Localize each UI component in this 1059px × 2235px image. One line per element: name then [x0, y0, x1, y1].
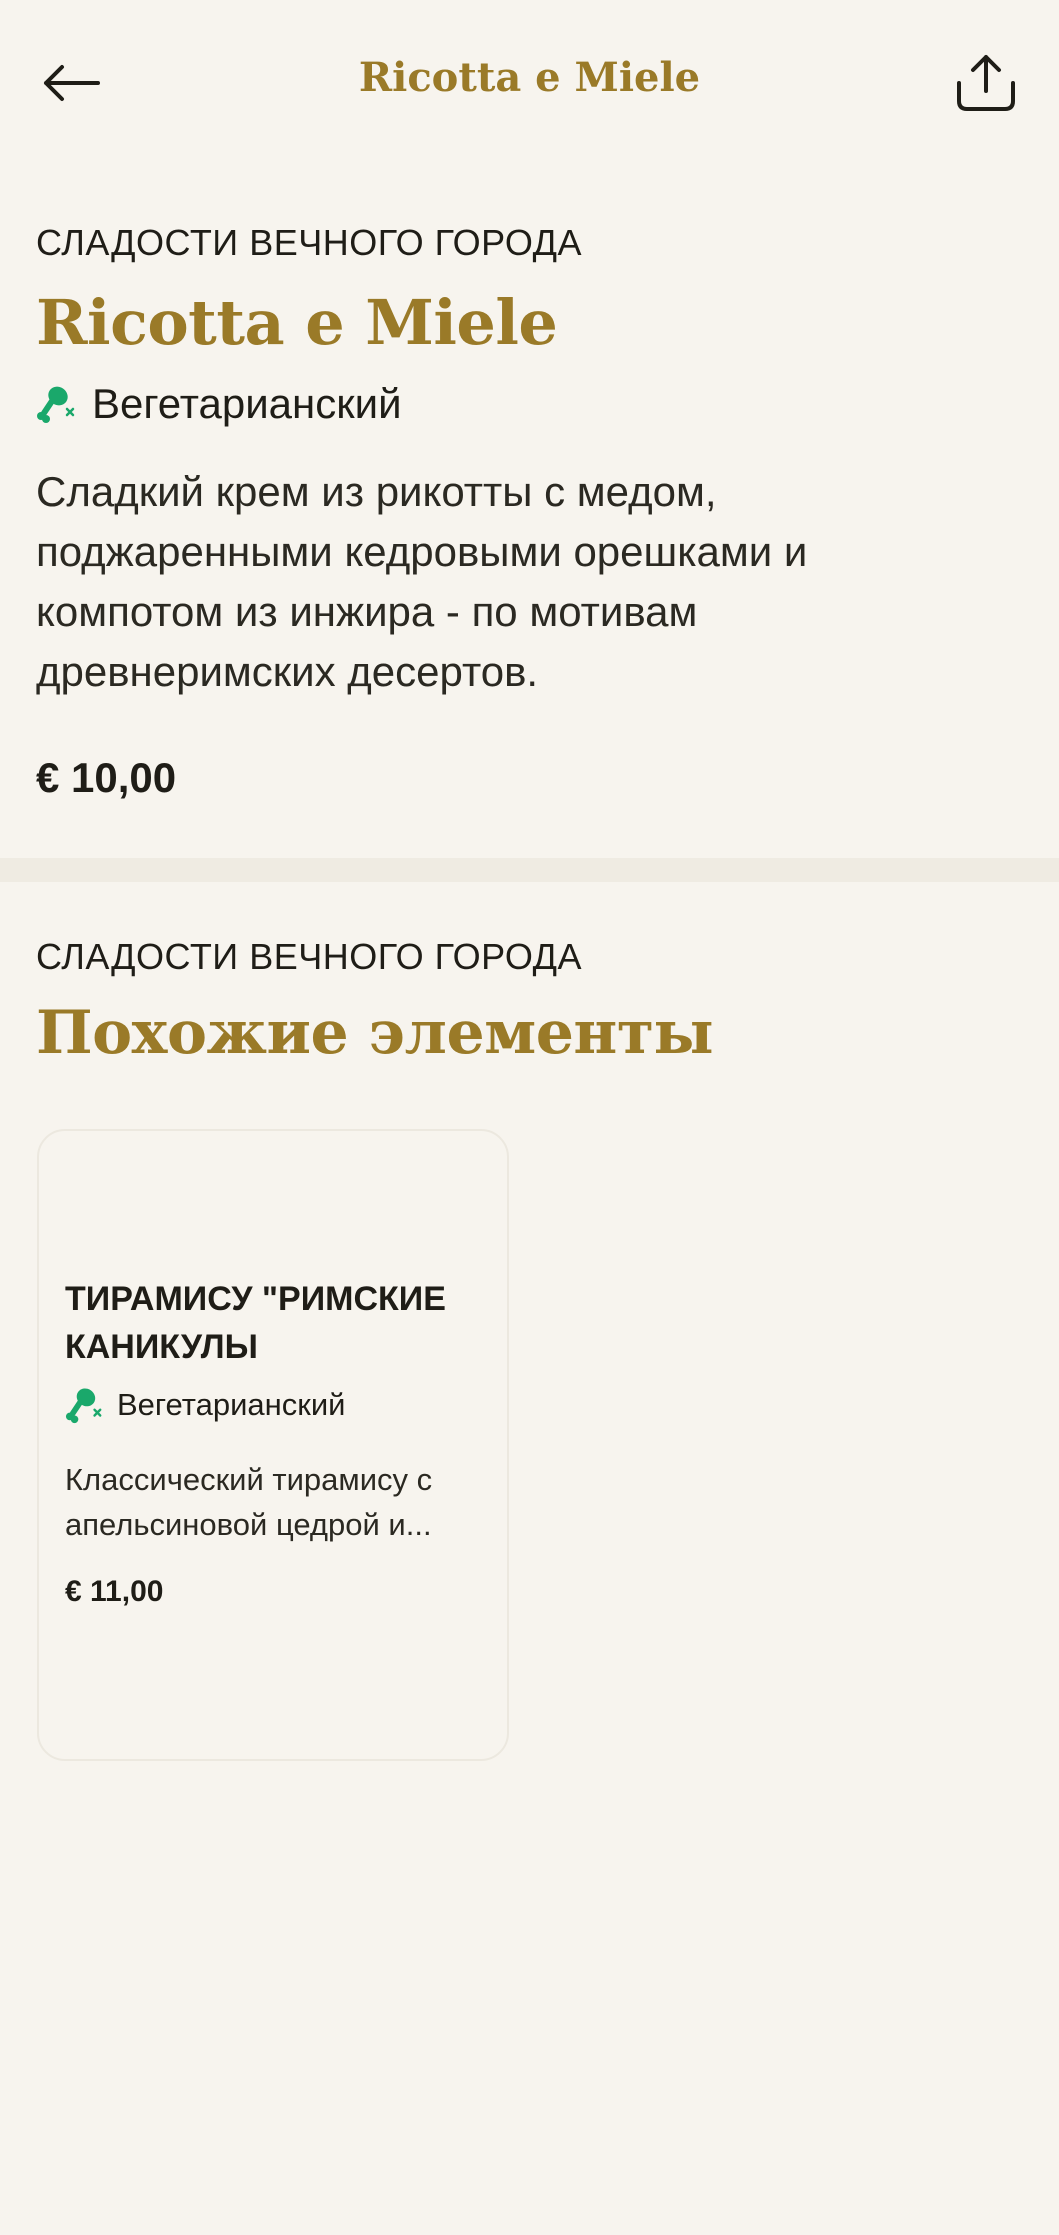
share-icon	[955, 51, 1017, 118]
item-title: Ricotta e Miele	[36, 286, 558, 359]
top-bar: Ricotta e Miele	[0, 0, 1059, 170]
section-divider	[0, 858, 1059, 882]
similar-heading: Похожие элементы	[36, 998, 714, 1068]
item-diet-tag: Вегетарианский	[36, 380, 402, 428]
similar-item-diet-tag: Вегетарианский	[65, 1385, 345, 1425]
similar-item-card[interactable]: ТИРАМИСУ "РИМСКИЕ КАНИКУЛЫ Вегетариански…	[37, 1129, 509, 1761]
similar-item-title: ТИРАМИСУ "РИМСКИЕ КАНИКУЛЫ	[65, 1280, 446, 1366]
item-diet-label: Вегетарианский	[92, 380, 402, 427]
share-button[interactable]	[948, 46, 1024, 122]
item-price: € 10,00	[36, 754, 177, 801]
vegetarian-drumstick-icon	[36, 383, 78, 425]
item-category: СЛАДОСТИ ВЕЧНОГО ГОРОДА	[36, 222, 582, 263]
vegetarian-drumstick-icon	[65, 1385, 105, 1425]
top-bar-title: Ricotta e Miele	[358, 54, 701, 101]
similar-item-diet-label: Вегетарианский	[117, 1387, 346, 1422]
item-description: Сладкий крем из рикотты с медом, поджаре…	[36, 468, 808, 695]
similar-item-price: € 11,00	[65, 1575, 164, 1608]
similar-item-description: Классический тирамису с апельсиновой цед…	[65, 1462, 433, 1542]
similar-category: СЛАДОСТИ ВЕЧНОГО ГОРОДА	[36, 936, 582, 977]
